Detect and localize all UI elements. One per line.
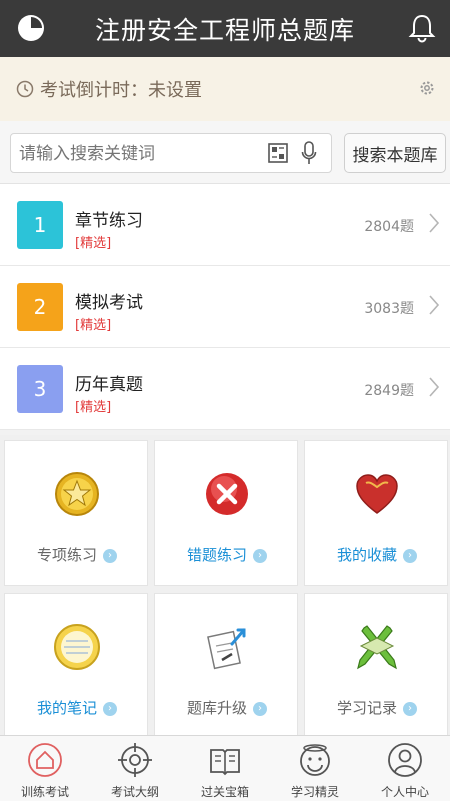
red-x-icon — [206, 473, 248, 515]
pencil-record-icon — [357, 625, 397, 670]
star-badge-icon — [55, 472, 99, 516]
tab-exam-outline[interactable]: 考试大纲 — [90, 736, 180, 801]
item-name: 章节练习 — [75, 211, 143, 231]
bottom-tab-bar: 训练考试 考试大纲 过关宝箱 学习精灵 个人中心 — [0, 735, 450, 801]
arrow-right-icon: › — [253, 548, 267, 563]
arrow-right-icon: › — [403, 548, 417, 563]
chevron-right-icon — [429, 295, 440, 315]
arrow-right-icon: › — [103, 701, 117, 716]
search-box — [10, 133, 332, 173]
microphone-icon[interactable] — [301, 141, 317, 165]
gear-icon[interactable] — [418, 79, 436, 97]
special-practice-tile[interactable]: 专项练习 › — [4, 440, 148, 586]
search-bar: 搜索本题库 — [0, 121, 450, 184]
tab-label: 考试大纲 — [110, 785, 159, 799]
house-icon — [28, 743, 62, 777]
countdown-label: 考试倒计时：未设置 — [40, 80, 202, 101]
tab-label: 过关宝箱 — [200, 785, 249, 799]
tab-label: 个人中心 — [380, 785, 429, 799]
study-record-tile[interactable]: 学习记录 › — [304, 593, 448, 739]
practice-list: 1 章节练习 [精选] 2804题 2 模拟考试 [精选] 3083题 3 历年… — [0, 184, 450, 430]
clock-icon — [16, 80, 34, 98]
my-favorites-tile[interactable]: 我的收藏 › — [304, 440, 448, 586]
my-notes-tile[interactable]: 我的笔记 › — [4, 593, 148, 739]
book-icon — [210, 749, 240, 776]
target-icon — [118, 743, 152, 777]
list-item-mock-exam[interactable]: 2 模拟考试 [精选] 3083题 — [0, 266, 450, 348]
arrow-right-icon: › — [253, 701, 267, 716]
item-name: 模拟考试 — [75, 293, 143, 313]
feature-grid: 专项练习 › 错题练习 › 我的收藏 › 我的笔记 › 题库升级 › 学习记录 … — [0, 435, 450, 739]
tab-study-sprite[interactable]: 学习精灵 — [270, 736, 360, 801]
featured-tag: [精选] — [75, 318, 112, 333]
arrow-right-icon: › — [403, 701, 417, 716]
featured-tag: [精选] — [75, 236, 112, 251]
tab-label: 学习精灵 — [290, 785, 339, 799]
page-title: 注册安全工程师总题库 — [94, 15, 355, 45]
list-item-chapter-practice[interactable]: 1 章节练习 [精选] 2804题 — [0, 184, 450, 266]
question-count: 2804题 — [364, 219, 414, 235]
app-header: 注册安全工程师总题库 — [0, 0, 450, 57]
tile-label: 我的笔记 › — [5, 697, 149, 718]
question-count: 2849题 — [364, 383, 414, 399]
upgrade-doc-icon — [207, 628, 246, 670]
tile-label: 题库升级 › — [155, 697, 299, 718]
item-number-badge: 1 — [17, 201, 63, 249]
tab-training-exam[interactable]: 训练考试 — [0, 736, 90, 801]
item-name: 历年真题 — [75, 375, 143, 395]
question-count: 3083题 — [364, 301, 414, 317]
list-item-past-exams[interactable]: 3 历年真题 [精选] 2849题 — [0, 348, 450, 430]
wrong-questions-tile[interactable]: 错题练习 › — [154, 440, 298, 586]
smiley-icon — [300, 744, 330, 776]
tile-label: 我的收藏 › — [305, 544, 449, 565]
bank-upgrade-tile[interactable]: 题库升级 › — [154, 593, 298, 739]
chevron-right-icon — [429, 377, 440, 397]
tab-treasure-box[interactable]: 过关宝箱 — [180, 736, 270, 801]
arrow-right-icon: › — [103, 548, 117, 563]
heart-icon — [356, 474, 398, 514]
bell-icon[interactable] — [406, 12, 438, 44]
tile-label: 学习记录 › — [305, 697, 449, 718]
exam-countdown-bar[interactable]: 考试倒计时：未设置 — [0, 57, 450, 122]
notepad-icon — [54, 624, 100, 670]
tile-label: 专项练习 › — [5, 544, 149, 565]
tab-personal-center[interactable]: 个人中心 — [360, 736, 450, 801]
barcode-scan-icon[interactable] — [267, 142, 289, 164]
search-input[interactable] — [17, 140, 261, 168]
tile-label: 错题练习 › — [155, 544, 299, 565]
pie-logo-icon — [18, 15, 44, 41]
person-icon — [388, 743, 422, 777]
featured-tag: [精选] — [75, 400, 112, 415]
search-question-bank-button[interactable]: 搜索本题库 — [344, 133, 446, 173]
item-number-badge: 2 — [17, 283, 63, 331]
item-number-badge: 3 — [17, 365, 63, 413]
chevron-right-icon — [429, 213, 440, 233]
tab-label: 训练考试 — [20, 785, 69, 799]
